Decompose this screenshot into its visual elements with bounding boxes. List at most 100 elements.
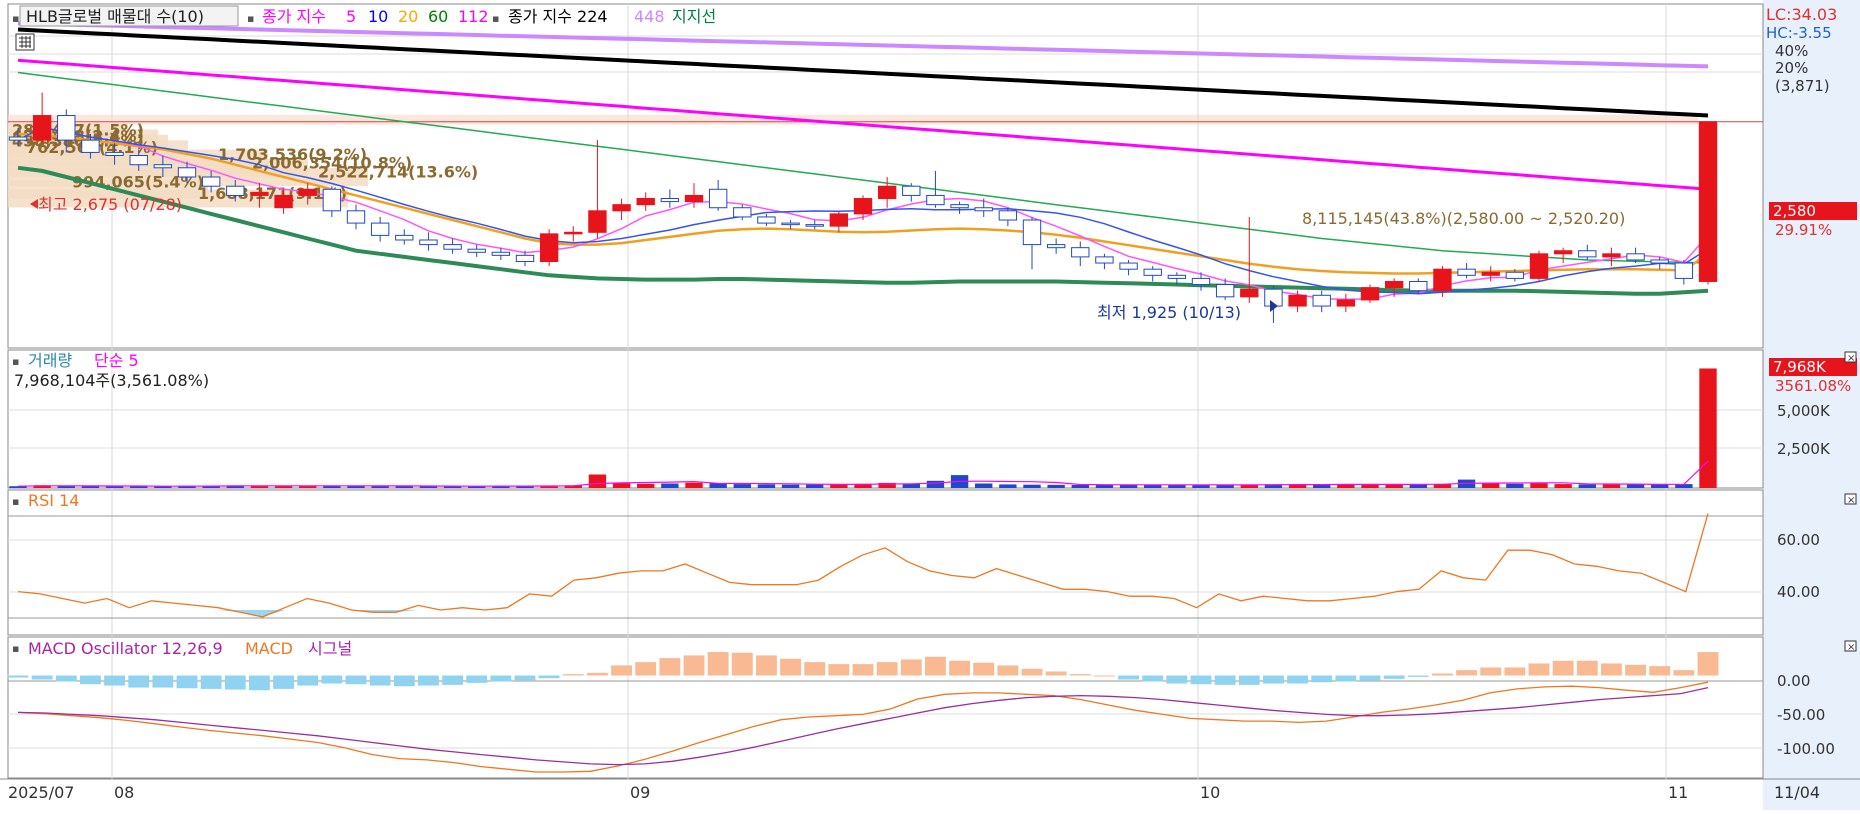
macd-tick-0: 0.00 [1777,672,1810,690]
chart-canvas[interactable]: 280,447(1.5%)439,428(2.4%)458,386(2.5%)7… [0,0,1860,810]
macd-oscillator-bar [900,659,922,676]
volume-bar [1578,484,1596,488]
legend-ma20[interactable]: 20 [398,7,418,26]
legend-volume-profile[interactable]: HLB글로벌 매물대 수(10) [26,7,204,26]
legend-ma-label[interactable]: 종가 지수 [262,7,326,26]
volume-bar [1554,484,1572,488]
legend-bullet-icon: ▪ [492,12,499,25]
macd-oscillator-bar [442,675,464,685]
volume-bar [612,483,631,488]
macd-oscillator-bar [731,652,753,676]
macd-oscillator-bar [1118,675,1140,680]
macd-oscillator-bar [1407,675,1429,677]
macd-oscillator-bar [997,665,1019,676]
volume-bar [588,474,607,488]
candle-body [660,198,680,203]
candle-body [1240,288,1259,298]
grid-toggle-glyph [19,36,31,48]
candle-body [1505,271,1525,279]
candle-body [1481,271,1500,276]
volume-bar [806,484,824,488]
candle-body [684,194,704,203]
macd-oscillator-bar [755,655,777,676]
macd-oscillator-bar [538,675,560,679]
macd-oscillator-bar [876,662,898,676]
candle-body [274,194,293,209]
candle-body [1143,268,1162,276]
macd-oscillator-bar [152,675,174,688]
pct-40-label: 40% [1775,42,1808,60]
legend-ma448[interactable]: 448 [634,7,665,26]
macd-oscillator-bar [31,675,53,680]
rsi-tick-60: 60.00 [1777,531,1820,549]
x-label-11: 11 [1668,783,1688,802]
macd-oscillator-bar [1649,666,1671,676]
candle-body [1457,268,1476,276]
rsi-legend[interactable]: RSI 14 [28,491,79,510]
macd-oscillator-bar [417,675,439,686]
candle-body [370,222,390,236]
legend-ma112[interactable]: 112 [458,7,489,26]
volume-legend[interactable]: 거래량 [28,351,72,370]
hc-label: HC:-3.55 [1766,24,1832,42]
candle-body [1553,250,1573,255]
legend-bullet-icon: ▪ [12,12,19,25]
candle-body [1312,294,1331,307]
volume-tick-5000k: 5,000K [1777,402,1831,420]
volume-ma-legend[interactable]: 단순 5 [94,351,139,370]
macd-oscillator-bar [104,675,126,686]
macd-close-glyph: × [1847,642,1855,653]
macd-oscillator-bar [1697,652,1719,676]
candle-body [1698,121,1718,282]
macd-tick-minus100: -100.00 [1777,740,1835,758]
candle-body [177,167,197,178]
volume-bar [1071,485,1089,488]
legend-ma10[interactable]: 10 [368,7,388,26]
legend-bullet-icon: ▪ [12,495,19,508]
candle-body [564,231,583,235]
macd-oscillator-bar [55,675,77,682]
volume-bar [1023,484,1041,488]
macd-oscillator-bar [1600,663,1622,676]
macd-oscillator-bar [828,664,850,676]
candle-body [1119,262,1138,270]
macd-oscillator-bar [586,672,608,676]
candle-body [757,216,776,224]
volume-badge-pct: 3561.08% [1775,377,1851,395]
signal-legend[interactable]: 시그널 [308,639,352,658]
candle-body [57,115,76,141]
macd-legend[interactable]: MACD [245,639,293,658]
volume-bar [781,484,800,488]
legend-support[interactable]: 지지선 [672,7,716,26]
volume-bar [1530,483,1548,488]
candle-body [1167,274,1187,279]
macd-oscillator-bar [780,658,802,676]
macd-oscillator-bar [1069,674,1091,676]
x-right-label: 11/04 [1774,783,1820,802]
candle-body [32,115,52,141]
legend-ma224[interactable]: 종가 지수 224 [508,7,608,26]
legend-ma60[interactable]: 60 [428,7,448,26]
macd-oscillator-bar [1673,670,1695,676]
macd-oscillator-bar [466,675,488,683]
candle-body [1529,253,1549,279]
macd-oscillator-bar [683,655,705,676]
macd-oscillator-bar [611,665,633,676]
macd-oscillator-bar [852,664,874,676]
candle-body [829,213,849,227]
low-price-marker: 최저 1,925 (10/13) [1097,303,1241,322]
candle-body [1022,219,1042,246]
candle-body [346,210,366,224]
lc-label: LC:34.03 [1766,5,1837,24]
legend-ma5[interactable]: 5 [346,7,356,26]
macd-oscillator-bar [297,675,319,686]
candle-body [1360,287,1380,301]
candle-body [298,188,317,196]
candle-body [81,139,100,153]
candle-body [902,185,921,196]
macd-oscillator-bar [1576,660,1598,676]
macd-oscillator-bar [1504,667,1526,676]
macd-oscillator-legend[interactable]: MACD Oscillator 12,26,9 [28,639,223,658]
macd-oscillator-bar [1359,675,1381,681]
candle-body [733,207,752,218]
